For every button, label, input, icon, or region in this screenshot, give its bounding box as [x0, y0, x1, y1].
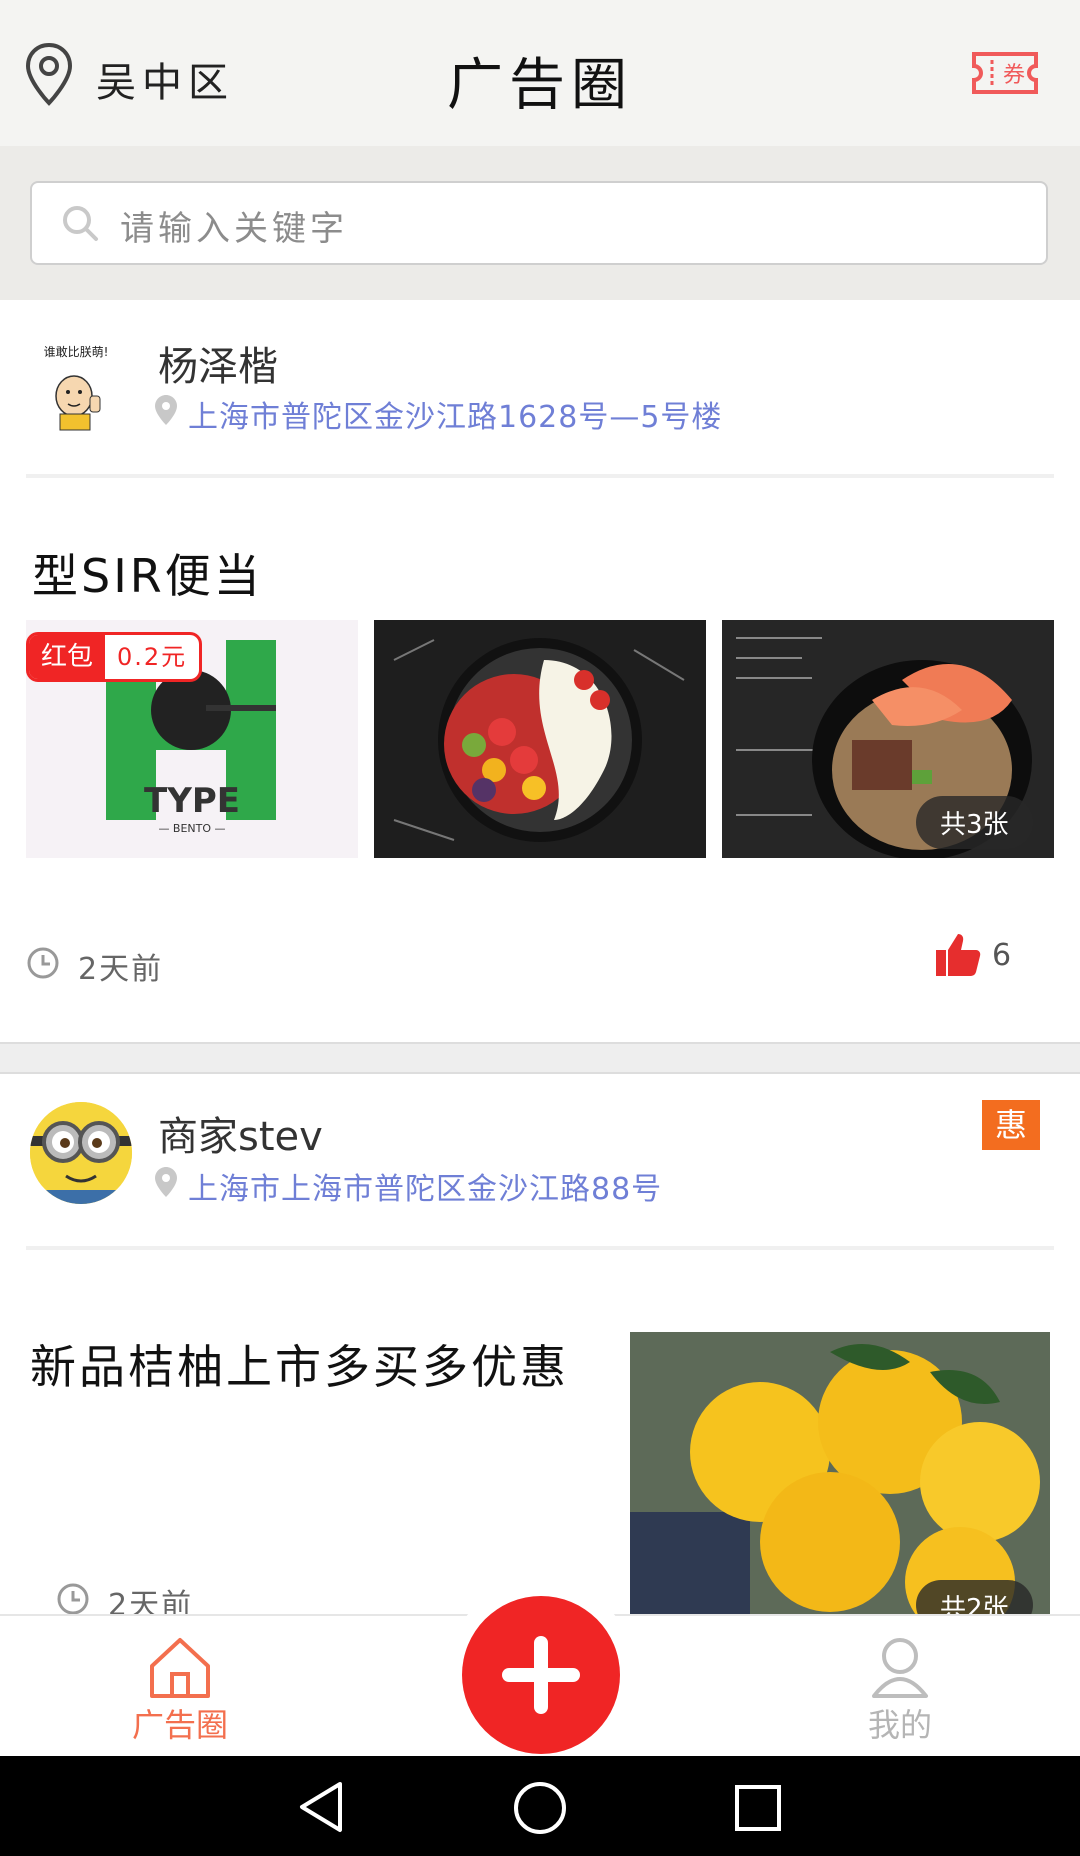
divider [26, 1246, 1054, 1250]
post-time: 2天前 [78, 952, 164, 987]
plus-icon [502, 1636, 580, 1714]
divider [26, 474, 1054, 478]
svg-text:TYPE: TYPE [144, 781, 240, 821]
post-image[interactable] [374, 620, 706, 858]
clock-icon [56, 1582, 90, 1616]
post-image[interactable] [630, 1332, 1050, 1614]
coupon-icon[interactable]: 券 [970, 50, 1040, 96]
author-address[interactable]: 上海市普陀区金沙江路1628号—5号楼 [188, 392, 722, 436]
user-icon[interactable] [868, 1634, 932, 1700]
address-pin-icon [154, 1166, 178, 1198]
post-title[interactable]: 型SIR便当 [32, 540, 263, 606]
coupon-label: 券 [1003, 63, 1025, 88]
back-icon[interactable] [296, 1780, 346, 1834]
red-packet-badge: 红包 0.2元 [26, 632, 203, 682]
section-separator [0, 1042, 1080, 1074]
nav-me-label[interactable]: 我的 [840, 1700, 960, 1746]
image-count-badge: 共3张 [916, 796, 1033, 849]
author-avatar[interactable] [30, 1102, 132, 1204]
like-icon[interactable] [934, 930, 982, 978]
svg-text:— BENTO —: — BENTO — [158, 822, 225, 835]
red-packet-amount: 0.2元 [117, 643, 188, 671]
home-icon[interactable] [146, 1636, 214, 1700]
author-name[interactable]: 商家stev [158, 1104, 323, 1162]
address-pin-icon [154, 394, 178, 426]
discount-badge: 惠 [982, 1100, 1040, 1150]
like-count: 6 [992, 938, 1012, 973]
page-title: 广告圈 [447, 53, 633, 118]
avatar-caption: 谁敢比朕萌! [44, 344, 109, 359]
clock-icon [26, 946, 60, 980]
author-name[interactable]: 杨泽楷 [158, 334, 278, 392]
post-title[interactable]: 新品桔柚上市多买多优惠 [30, 1336, 600, 1398]
search-icon [60, 203, 100, 243]
author-address[interactable]: 上海市上海市普陀区金沙江路88号 [188, 1164, 662, 1208]
recent-apps-icon[interactable] [734, 1784, 782, 1832]
red-packet-label: 红包 [29, 635, 106, 679]
home-circle-icon[interactable] [512, 1780, 568, 1836]
add-post-button[interactable] [462, 1596, 620, 1754]
nav-home-label[interactable]: 广告圈 [120, 1700, 240, 1746]
search-placeholder: 请输入关键字 [120, 209, 348, 249]
author-avatar[interactable]: 谁敢比朕萌! [26, 334, 126, 434]
